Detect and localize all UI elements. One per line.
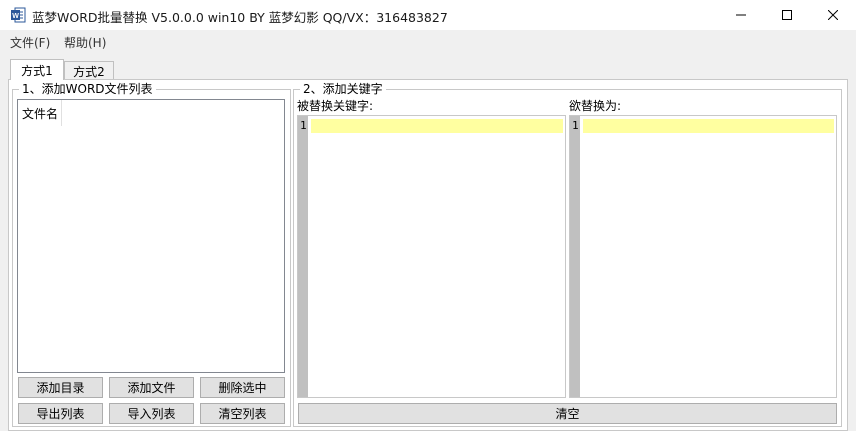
close-icon: [828, 10, 838, 20]
minimize-icon: [736, 14, 746, 16]
add-file-button[interactable]: 添加文件: [109, 377, 194, 398]
column-header-filename[interactable]: 文件名: [18, 100, 62, 126]
tab-mode-2[interactable]: 方式2: [64, 61, 114, 80]
replace-label: 欲替换为:: [569, 99, 622, 113]
close-button[interactable]: [810, 0, 856, 30]
title-bar: W 蓝梦WORD批量替换 V5.0.0.0 win10 BY 蓝梦幻影 QQ/V…: [0, 0, 856, 30]
menu-help[interactable]: 帮助(H): [64, 34, 106, 51]
current-line-highlight: [311, 119, 563, 133]
tab-label: 方式2: [73, 64, 105, 79]
maximize-icon: [782, 10, 792, 20]
line-number: 1: [572, 119, 579, 132]
maximize-button[interactable]: [764, 0, 810, 30]
line-number: 1: [300, 119, 307, 132]
svg-text:W: W: [12, 13, 19, 20]
keywords-group-title: 2、添加关键字: [300, 82, 386, 96]
menu-file[interactable]: 文件(F): [10, 34, 50, 51]
tab-mode-1[interactable]: 方式1: [10, 59, 64, 80]
window-title: 蓝梦WORD批量替换 V5.0.0.0 win10 BY 蓝梦幻影 QQ/VX：…: [32, 10, 448, 25]
import-list-button[interactable]: 导入列表: [109, 403, 194, 424]
find-keywords-editor[interactable]: 1: [297, 115, 566, 398]
column-header-label: 文件名: [22, 107, 59, 121]
find-label: 被替换关键字:: [297, 99, 374, 113]
clear-list-button[interactable]: 清空列表: [200, 403, 285, 424]
add-directory-button[interactable]: 添加目录: [18, 377, 103, 398]
delete-selected-button[interactable]: 删除选中: [200, 377, 285, 398]
word-icon: W: [10, 7, 26, 23]
export-list-button[interactable]: 导出列表: [18, 403, 103, 424]
line-number-gutter: [570, 116, 580, 397]
minimize-button[interactable]: [718, 0, 764, 30]
line-number-gutter: [298, 116, 308, 397]
menu-bar: 文件(F) 帮助(H): [0, 30, 856, 52]
clear-keywords-button[interactable]: 清空: [298, 403, 837, 424]
file-list-group-title: 1、添加WORD文件列表: [19, 82, 156, 96]
file-listbox[interactable]: 文件名: [17, 99, 285, 373]
replace-keywords-editor[interactable]: 1: [569, 115, 837, 398]
tab-label: 方式1: [21, 63, 53, 78]
current-line-highlight: [583, 119, 834, 133]
